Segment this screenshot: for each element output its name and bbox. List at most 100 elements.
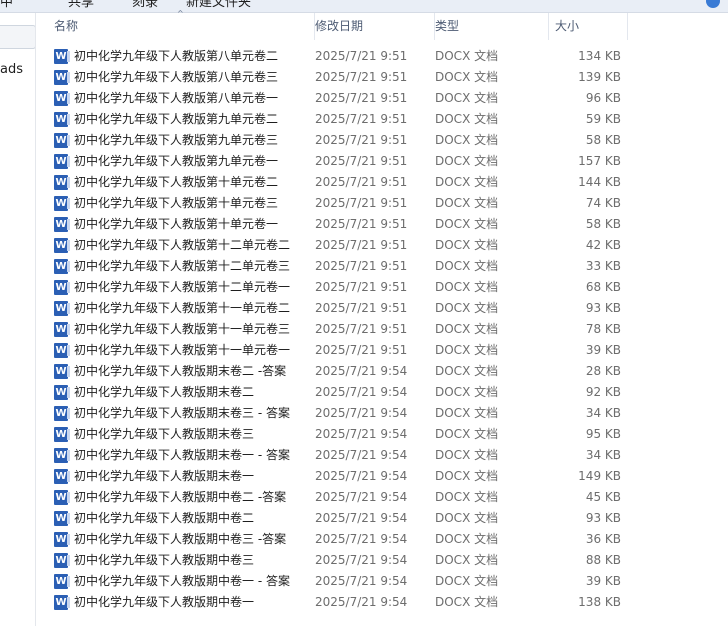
file-size: 74 KB bbox=[585, 196, 621, 210]
file-type: DOCX 文档 bbox=[435, 511, 499, 525]
nav-item-selected[interactable] bbox=[0, 25, 35, 49]
file-row[interactable]: W 初中化学九年级下人教版第八单元卷一 2025/7/21 9:51 DOCX 文档 9… bbox=[36, 88, 728, 109]
word-doc-icon: W bbox=[54, 469, 70, 484]
file-row[interactable]: W 初中化学九年级下人教版期中卷二 2025/7/21 9:54 DOCX 文档 93 … bbox=[36, 508, 728, 529]
file-row[interactable]: W 初中化学九年级下人教版第十二单元卷一 2025/7/21 9:51 DOCX 文档… bbox=[36, 277, 728, 298]
file-date: 2025/7/21 9:51 bbox=[315, 112, 408, 126]
file-name: 初中化学九年级下人教版第九单元卷二 bbox=[74, 112, 279, 126]
file-name: 初中化学九年级下人教版第十一单元卷二 bbox=[74, 301, 291, 315]
file-type: DOCX 文档 bbox=[435, 301, 499, 315]
file-name: 初中化学九年级下人教版期中卷一 - 答案 bbox=[74, 574, 290, 588]
file-row[interactable]: W 初中化学九年级下人教版第十一单元卷一 2025/7/21 9:51 DOCX 文档… bbox=[36, 340, 728, 361]
file-row[interactable]: W 初中化学九年级下人教版第九单元卷三 2025/7/21 9:51 DOCX 文档 5… bbox=[36, 130, 728, 151]
column-header-size-label: 大小 bbox=[555, 19, 580, 33]
file-size: 33 KB bbox=[585, 259, 621, 273]
file-row[interactable]: W 初中化学九年级下人教版期末卷三 2025/7/21 9:54 DOCX 文档 95 … bbox=[36, 424, 728, 445]
file-size: 138 KB bbox=[578, 595, 621, 609]
file-size: 157 KB bbox=[578, 154, 621, 168]
file-name: 初中化学九年级下人教版期末卷二 -答案 bbox=[74, 364, 287, 378]
file-row[interactable]: W 初中化学九年级下人教版第十单元卷三 2025/7/21 9:51 DOCX 文档 7… bbox=[36, 193, 728, 214]
word-doc-icon: W bbox=[54, 427, 70, 442]
toolbar-item-new-folder[interactable]: 新建文件夹 bbox=[186, 0, 251, 10]
toolbar-item-share[interactable]: 共享 bbox=[68, 0, 94, 10]
file-row[interactable]: W 初中化学九年级下人教版第十一单元卷三 2025/7/21 9:51 DOCX 文档… bbox=[36, 319, 728, 340]
file-row[interactable]: W 初中化学九年级下人教版期末卷一 - 答案 2025/7/21 9:54 DOCX … bbox=[36, 445, 728, 466]
word-doc-icon: W bbox=[54, 112, 70, 127]
file-row[interactable]: W 初中化学九年级下人教版第八单元卷三 2025/7/21 9:51 DOCX 文档 1… bbox=[36, 67, 728, 88]
help-icon[interactable] bbox=[706, 0, 720, 8]
file-row[interactable]: W 初中化学九年级下人教版第九单元卷二 2025/7/21 9:51 DOCX 文档 5… bbox=[36, 109, 728, 130]
file-row[interactable]: W 初中化学九年级下人教版期中卷三 -答案 2025/7/21 9:54 DOCX 文… bbox=[36, 529, 728, 550]
file-row[interactable]: W 初中化学九年级下人教版期中卷二 -答案 2025/7/21 9:54 DOCX 文… bbox=[36, 487, 728, 508]
file-row[interactable]: W 初中化学九年级下人教版第八单元卷二 2025/7/21 9:51 DOCX 文档 1… bbox=[36, 46, 728, 67]
file-type: DOCX 文档 bbox=[435, 112, 499, 126]
file-row[interactable]: W 初中化学九年级下人教版期末卷二 2025/7/21 9:54 DOCX 文档 92 … bbox=[36, 382, 728, 403]
word-doc-icon: W bbox=[54, 196, 70, 211]
toolbar-item-burn[interactable]: 刻录 bbox=[132, 0, 158, 10]
file-type: DOCX 文档 bbox=[435, 196, 499, 210]
file-name: 初中化学九年级下人教版第八单元卷二 bbox=[74, 49, 279, 63]
file-row[interactable]: W 初中化学九年级下人教版第十单元卷一 2025/7/21 9:51 DOCX 文档 5… bbox=[36, 214, 728, 235]
file-size: 34 KB bbox=[585, 448, 621, 462]
file-row[interactable]: W 初中化学九年级下人教版第十一单元卷二 2025/7/21 9:51 DOCX 文档… bbox=[36, 298, 728, 319]
file-date: 2025/7/21 9:54 bbox=[315, 595, 408, 609]
file-size: 59 KB bbox=[585, 112, 621, 126]
file-row[interactable]: W 初中化学九年级下人教版期中卷一 - 答案 2025/7/21 9:54 DOCX … bbox=[36, 571, 728, 592]
file-name: 初中化学九年级下人教版期末卷一 - 答案 bbox=[74, 448, 290, 462]
word-doc-icon: W bbox=[54, 553, 70, 568]
word-doc-icon: W bbox=[54, 406, 70, 421]
file-date: 2025/7/21 9:54 bbox=[315, 490, 408, 504]
file-type: DOCX 文档 bbox=[435, 595, 499, 609]
file-size: 95 KB bbox=[585, 427, 621, 441]
file-date: 2025/7/21 9:54 bbox=[315, 406, 408, 420]
file-row[interactable]: W 初中化学九年级下人教版期末卷三 - 答案 2025/7/21 9:54 DOCX … bbox=[36, 403, 728, 424]
word-doc-icon: W bbox=[54, 91, 70, 106]
file-date: 2025/7/21 9:51 bbox=[315, 70, 408, 84]
file-row[interactable]: W 初中化学九年级下人教版第十二单元卷三 2025/7/21 9:51 DOCX 文档… bbox=[36, 256, 728, 277]
file-type: DOCX 文档 bbox=[435, 217, 499, 231]
file-row[interactable]: W 初中化学九年级下人教版期末卷二 -答案 2025/7/21 9:54 DOCX 文… bbox=[36, 361, 728, 382]
file-name: 初中化学九年级下人教版第十二单元卷二 bbox=[74, 238, 291, 252]
file-row[interactable]: W 初中化学九年级下人教版第十二单元卷二 2025/7/21 9:51 DOCX 文档… bbox=[36, 235, 728, 256]
file-date: 2025/7/21 9:51 bbox=[315, 301, 408, 315]
word-doc-icon: W bbox=[54, 259, 70, 274]
file-name: 初中化学九年级下人教版第十一单元卷一 bbox=[74, 343, 291, 357]
file-size: 149 KB bbox=[578, 469, 621, 483]
file-type: DOCX 文档 bbox=[435, 490, 499, 504]
column-header-type[interactable]: 类型 bbox=[435, 13, 549, 40]
file-type: DOCX 文档 bbox=[435, 448, 499, 462]
file-name: 初中化学九年级下人教版第十单元卷三 bbox=[74, 196, 279, 210]
file-row[interactable]: W 初中化学九年级下人教版第九单元卷一 2025/7/21 9:51 DOCX 文档 1… bbox=[36, 151, 728, 172]
file-date: 2025/7/21 9:51 bbox=[315, 133, 408, 147]
file-type: DOCX 文档 bbox=[435, 49, 499, 63]
file-date: 2025/7/21 9:54 bbox=[315, 553, 408, 567]
column-header-name[interactable]: 名称 bbox=[49, 13, 315, 40]
file-type: DOCX 文档 bbox=[435, 427, 499, 441]
file-date: 2025/7/21 9:54 bbox=[315, 469, 408, 483]
file-type: DOCX 文档 bbox=[435, 553, 499, 567]
file-date: 2025/7/21 9:51 bbox=[315, 322, 408, 336]
column-header-size[interactable]: 大小 bbox=[549, 13, 628, 40]
nav-item-downloads[interactable]: ads bbox=[0, 62, 23, 77]
column-header-date[interactable]: 修改日期 bbox=[315, 13, 435, 40]
file-date: 2025/7/21 9:51 bbox=[315, 49, 408, 63]
command-toolbar: 中 共享 刻录 新建文件夹 bbox=[0, 0, 728, 13]
toolbar-item-0[interactable]: 中 bbox=[0, 0, 13, 10]
file-name: 初中化学九年级下人教版期末卷二 bbox=[74, 385, 255, 399]
file-row[interactable]: W 初中化学九年级下人教版期末卷一 2025/7/21 9:54 DOCX 文档 149… bbox=[36, 466, 728, 487]
word-doc-icon: W bbox=[54, 49, 70, 64]
file-size: 78 KB bbox=[585, 322, 621, 336]
file-date: 2025/7/21 9:54 bbox=[315, 385, 408, 399]
file-name: 初中化学九年级下人教版第十二单元卷三 bbox=[74, 259, 291, 273]
file-row[interactable]: W 初中化学九年级下人教版第十单元卷二 2025/7/21 9:51 DOCX 文档 1… bbox=[36, 172, 728, 193]
file-type: DOCX 文档 bbox=[435, 154, 499, 168]
file-type: DOCX 文档 bbox=[435, 70, 499, 84]
column-header-row: ^ 名称 修改日期 类型 大小 bbox=[36, 9, 728, 40]
file-type: DOCX 文档 bbox=[435, 469, 499, 483]
file-row[interactable]: W 初中化学九年级下人教版期中卷三 2025/7/21 9:54 DOCX 文档 88 … bbox=[36, 550, 728, 571]
column-header-date-label: 修改日期 bbox=[315, 19, 364, 33]
file-row[interactable]: W 初中化学九年级下人教版期中卷一 2025/7/21 9:54 DOCX 文档 138… bbox=[36, 592, 728, 613]
file-date: 2025/7/21 9:51 bbox=[315, 91, 408, 105]
word-doc-icon: W bbox=[54, 364, 70, 379]
file-type: DOCX 文档 bbox=[435, 280, 499, 294]
